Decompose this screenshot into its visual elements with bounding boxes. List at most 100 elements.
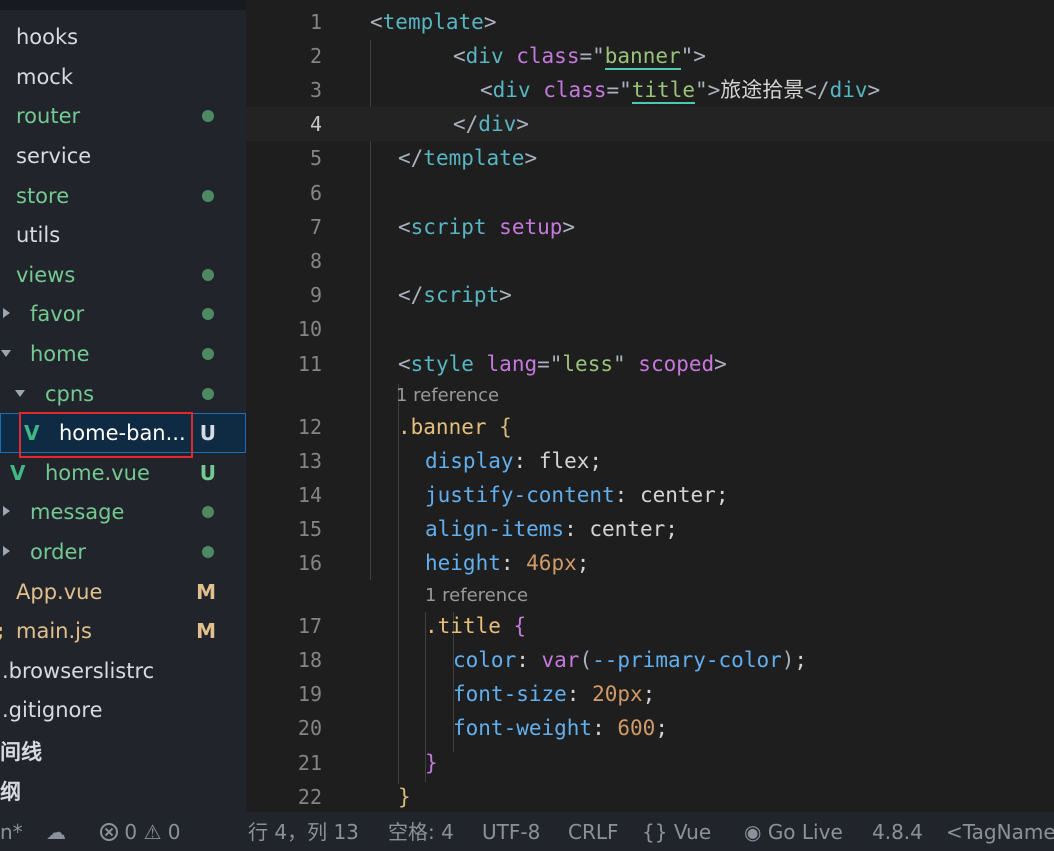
code-line[interactable]: 4 </div> (246, 107, 1054, 141)
code-token: </ (398, 146, 424, 170)
code-token: ; (589, 449, 603, 473)
codelens-references[interactable]: 1 reference (425, 585, 528, 607)
line-number: 19 (297, 682, 322, 706)
code-line[interactable]: 2 <div class="banner"> (246, 39, 1054, 73)
tree-item[interactable]: message (0, 492, 246, 532)
code-line[interactable]: 7 <script setup> (246, 210, 1054, 244)
code-line[interactable]: 1 <template> (246, 5, 1054, 39)
git-changes-dot (202, 348, 214, 360)
code-token: font-size (453, 682, 567, 706)
tree-item[interactable]: order (0, 532, 246, 572)
code-token: { (513, 614, 527, 638)
code-text: .title { (425, 613, 526, 639)
problems-indicator[interactable]: 0 ⚠ 0 (100, 820, 180, 844)
chevron-right-icon[interactable] (3, 506, 10, 516)
code-line[interactable]: 10 (246, 312, 1054, 346)
code-token: .banner (398, 415, 487, 439)
code-line[interactable]: 3 <div class="title">旅途拾景</div> (246, 73, 1054, 107)
code-token: : (564, 517, 590, 541)
timeline-section-label: 纲 (0, 780, 21, 804)
code-line[interactable]: 18 color: var(--primary-color); (246, 643, 1054, 677)
code-token: { (499, 415, 512, 439)
code-line[interactable]: 13 display: flex; (246, 444, 1054, 478)
code-line[interactable]: 17 .title { (246, 609, 1054, 643)
code-token: > (867, 78, 881, 102)
code-text: color: var(--primary-color); (453, 647, 807, 673)
line-number: 20 (297, 716, 322, 740)
timeline-section-header[interactable]: 纲 (0, 772, 246, 812)
cursor-position[interactable]: 行 4，列 13 (248, 820, 359, 844)
tree-item[interactable]: ; main.js M (0, 611, 246, 651)
code-text: justify-content: center; (425, 482, 728, 508)
git-status-badge: U (199, 421, 216, 445)
line-number: 1 (309, 10, 322, 34)
code-text: height: 46px; (425, 550, 589, 576)
tree-item-label: home.vue (45, 461, 150, 485)
tree-item[interactable]: cpns (0, 374, 246, 414)
vue-icon: V (10, 461, 26, 485)
indentation-setting[interactable]: 空格: 4 (388, 820, 454, 844)
tree-item[interactable]: hooks (0, 17, 246, 57)
js-icon: ; (0, 619, 4, 643)
outline-section-header[interactable]: 间线 (0, 732, 246, 772)
chevron-right-icon[interactable] (3, 308, 10, 318)
code-token: } (398, 785, 411, 809)
code-text: <script setup> (398, 214, 575, 240)
tree-item[interactable]: utils (0, 215, 246, 255)
code-line[interactable]: 19 font-size: 20px; (246, 677, 1054, 711)
code-text: <div class="title">旅途拾景</div> (480, 77, 881, 104)
tree-item[interactable]: views (0, 255, 246, 295)
code-token: ( (579, 648, 593, 672)
code-token: class (516, 44, 580, 68)
tree-item[interactable]: service (0, 136, 246, 176)
git-changes-dot (202, 110, 214, 122)
code-line[interactable]: 22} (246, 780, 1054, 812)
eol-setting[interactable]: CRLF (568, 820, 619, 844)
branch-indicator[interactable]: n* (0, 820, 23, 844)
code-line[interactable]: 20 font-weight: 600; (246, 711, 1054, 745)
git-changes-dot (202, 388, 214, 400)
line-number: 2 (309, 44, 322, 68)
tree-item[interactable]: App.vue M (0, 572, 246, 612)
code-line[interactable]: 15 align-items: center; (246, 512, 1054, 546)
chevron-right-icon[interactable] (3, 546, 10, 556)
code-line[interactable]: 21} (246, 746, 1054, 780)
sync-cloud-icon[interactable]: ☁ (46, 820, 66, 844)
chevron-down-icon[interactable] (1, 350, 11, 357)
encoding-setting[interactable]: UTF-8 (482, 820, 540, 844)
code-line[interactable]: 12 .banner { (246, 410, 1054, 444)
tree-item[interactable]: Vhome.vue U (0, 453, 246, 493)
tree-item[interactable]: home (0, 334, 246, 374)
tree-item-selected[interactable]: Vhome-ban... U (0, 412, 246, 458)
code-line[interactable]: 14 justify-content: center; (246, 478, 1054, 512)
tree-item[interactable]: mock (0, 57, 246, 97)
chevron-down-icon[interactable] (15, 390, 25, 397)
tree-item-label: mock (16, 65, 74, 89)
version-indicator[interactable]: 4.8.4 (872, 820, 923, 844)
status-bar: n* ☁ 0 ⚠ 0 行 4，列 13 空格: 4 UTF-8 CRLF {} … (0, 812, 1054, 851)
tree-item[interactable]: favor (0, 294, 246, 334)
code-token: </ (804, 78, 830, 102)
tree-item[interactable]: .browserslistrc (0, 651, 246, 691)
tree-item[interactable]: store (0, 176, 246, 216)
code-editor[interactable]: 1 <template> 2 <div class="banner"> 3 <div cl… (246, 0, 1054, 812)
language-mode[interactable]: {} Vue (642, 820, 711, 844)
code-line[interactable]: 5 </template> (246, 141, 1054, 175)
golive-button[interactable]: ◉ Go Live (744, 820, 843, 844)
code-line[interactable]: 8 (246, 244, 1054, 278)
code-token: : (516, 648, 542, 672)
code-line[interactable]: 11 <style lang="less" scoped> (246, 347, 1054, 381)
code-token: > (499, 283, 512, 307)
code-line[interactable]: 6 (246, 176, 1054, 210)
golive-label: Go Live (767, 820, 843, 844)
tagname-indicator[interactable]: <TagName (946, 820, 1054, 844)
codelens-references[interactable]: 1 reference (396, 385, 499, 407)
tree-item[interactable]: router (0, 96, 246, 136)
code-token: style (410, 352, 474, 376)
code-line[interactable]: 9 </script> (246, 278, 1054, 312)
code-token: 20px (592, 682, 643, 706)
code-line[interactable]: 16 height: 46px; (246, 546, 1054, 580)
tree-item[interactable]: .gitignore (0, 690, 246, 730)
code-token: : (513, 449, 539, 473)
